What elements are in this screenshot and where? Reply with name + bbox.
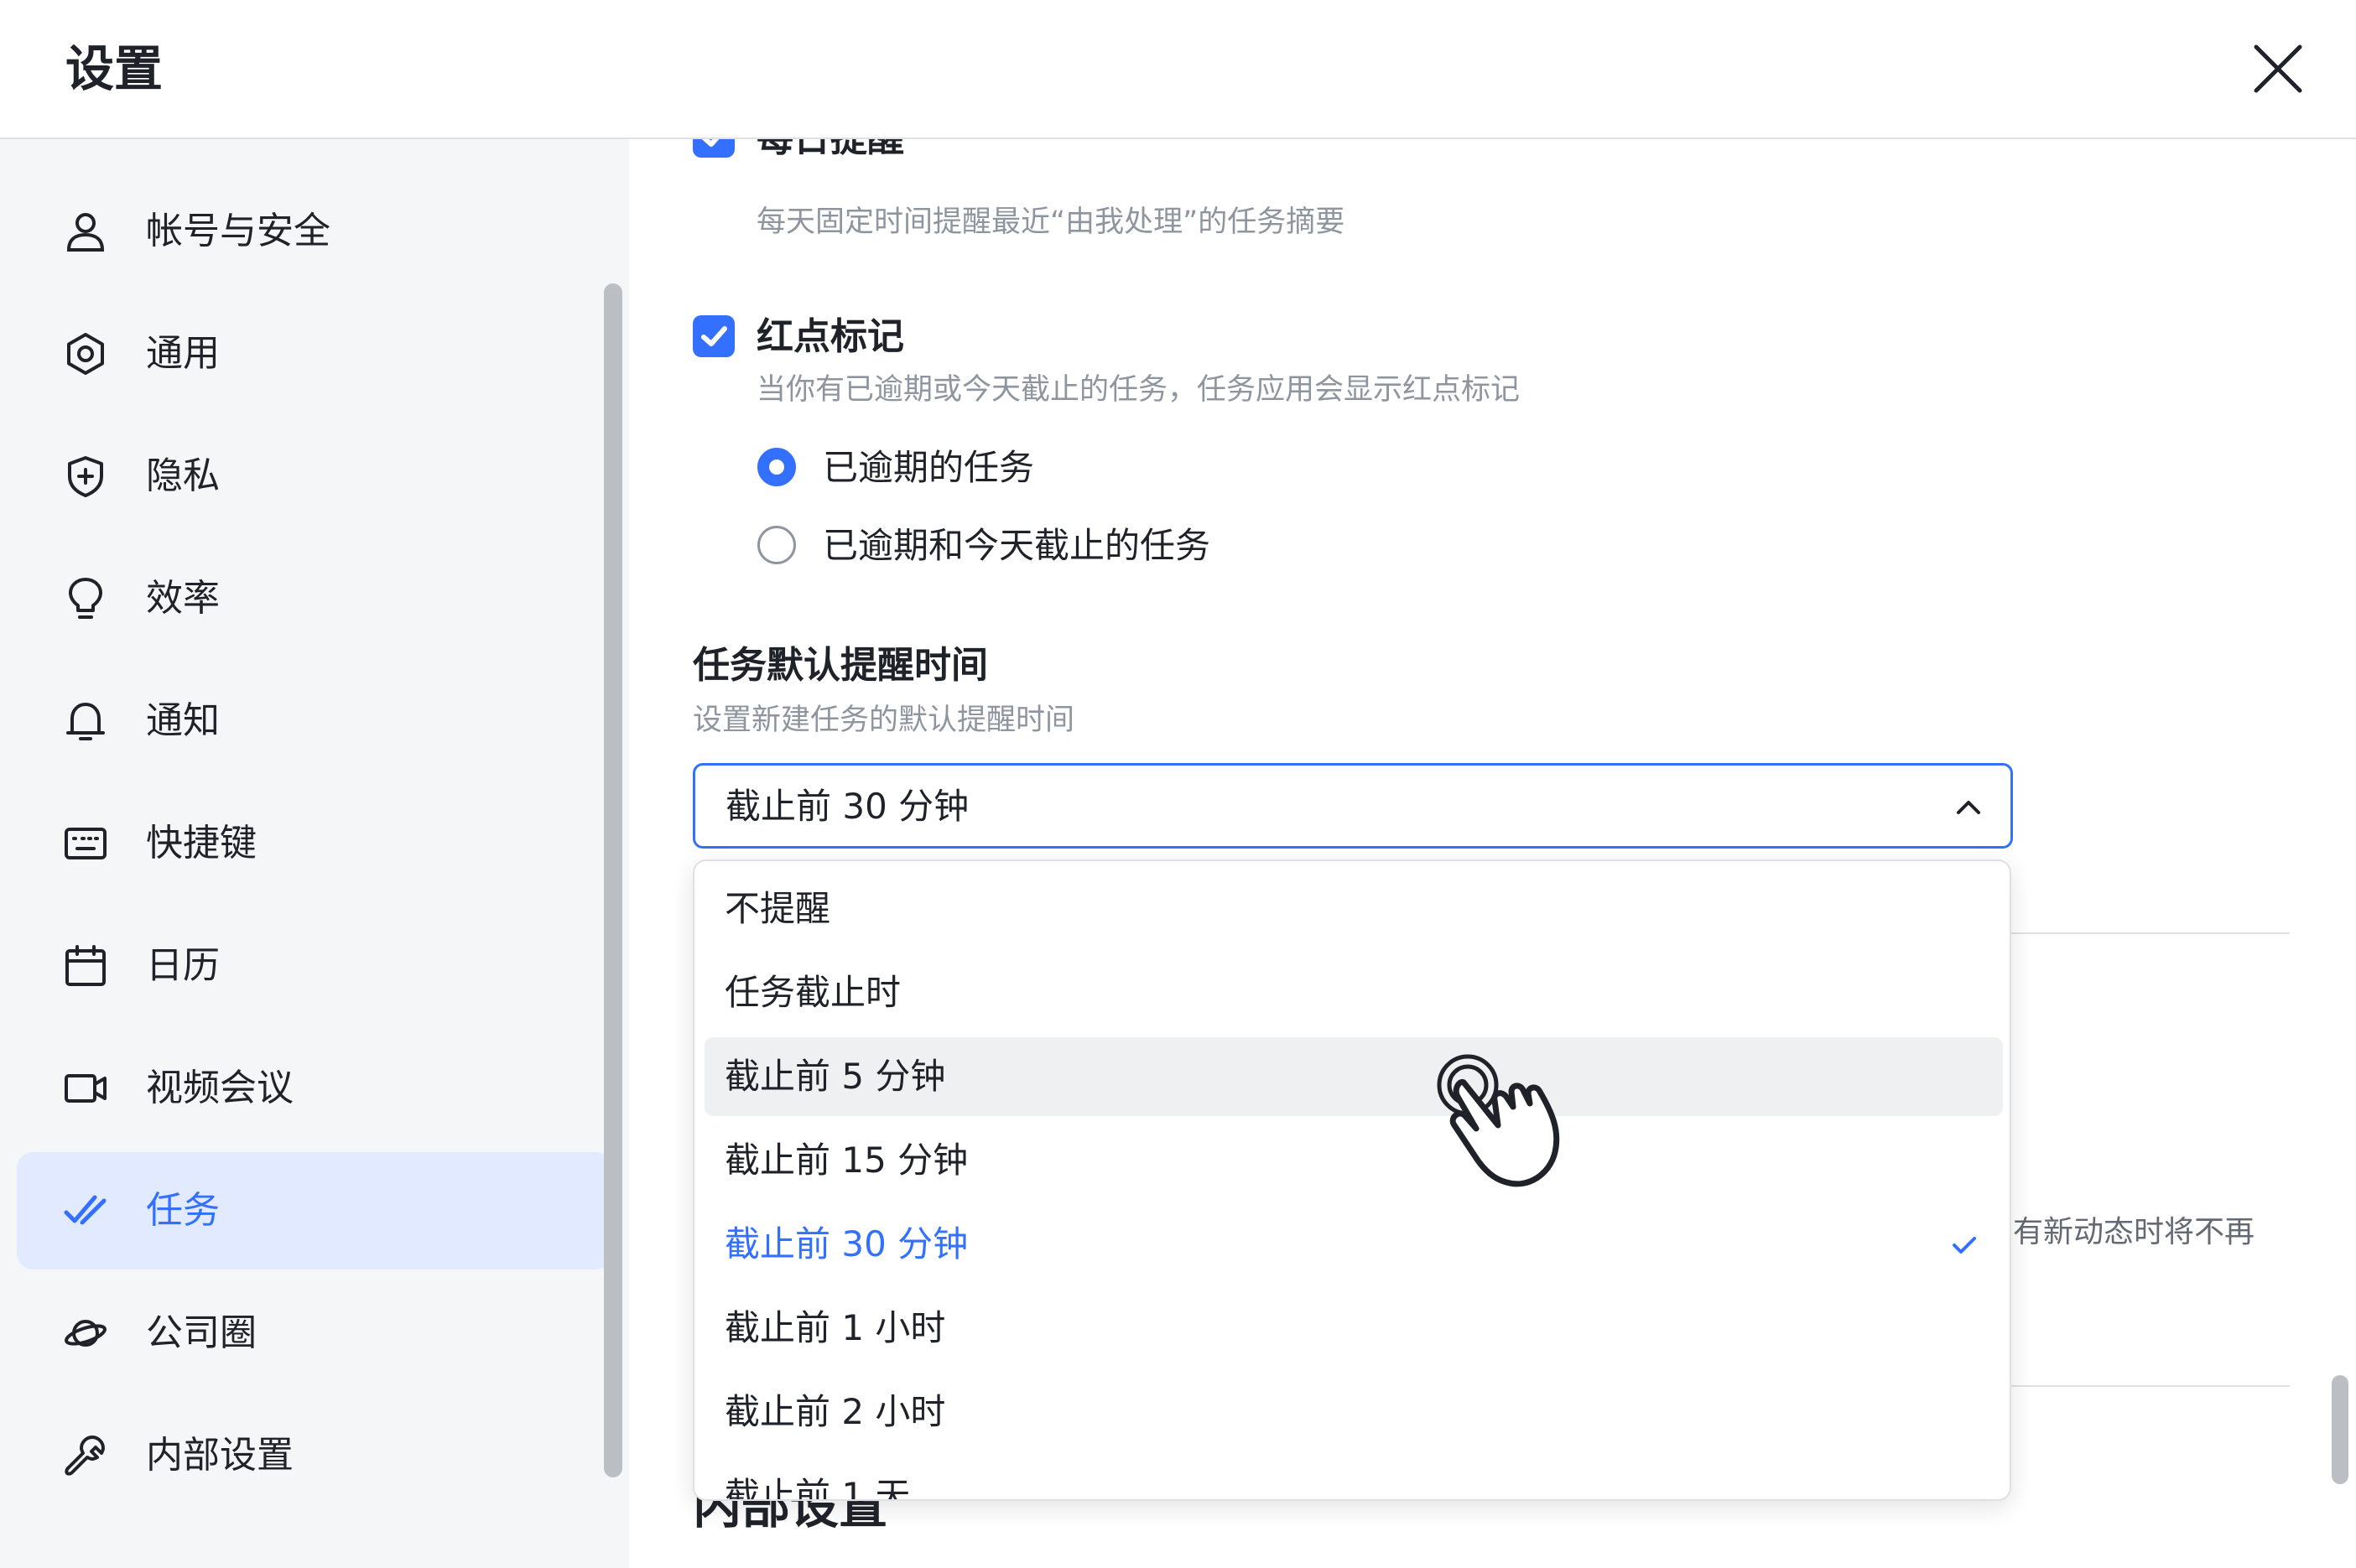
sidebar-item-label: 日历	[146, 944, 220, 987]
radio-overdue-and-today-label: 已逾期和今天截止的任务	[823, 525, 1211, 566]
sidebar-item-tasks[interactable]: 任务	[17, 1152, 612, 1269]
sidebar-item-label: 视频会议	[146, 1067, 294, 1109]
sidebar-item-label: 隐私	[146, 454, 220, 497]
sidebar-item-internal-settings[interactable]: 内部设置	[17, 1397, 612, 1514]
settings-sidebar: 帐号与安全 通用 隐私 效率 通知 快捷键 日历 视频会议 任务 公司圈 内部设…	[0, 139, 629, 1568]
sidebar-item-efficiency[interactable]: 效率	[17, 540, 612, 657]
dropdown-option[interactable]: 截止前 1 天	[705, 1456, 2003, 1501]
task-check-icon	[64, 1189, 107, 1233]
sidebar-item-calendar[interactable]: 日历	[17, 907, 612, 1025]
checkmark-icon	[701, 139, 720, 147]
red-dot-title: 红点标记	[757, 315, 904, 358]
partial-description: 有新动态时将不再	[2013, 1215, 2255, 1249]
wrench-icon	[64, 1434, 107, 1477]
check-icon	[1949, 1230, 1979, 1260]
planet-icon	[64, 1311, 107, 1355]
keyboard-icon	[64, 822, 107, 865]
dropdown-option-label: 截止前 30 分钟	[725, 1223, 969, 1264]
daily-reminder-desc: 每天固定时间提醒最近“由我处理”的任务摘要	[757, 205, 1345, 239]
sidebar-item-company-circle[interactable]: 公司圈	[17, 1275, 612, 1392]
daily-reminder-title: 每日提醒	[757, 139, 904, 164]
sidebar-item-label: 任务	[146, 1189, 220, 1232]
sidebar-item-label: 效率	[146, 577, 220, 620]
sidebar-item-video-meeting[interactable]: 视频会议	[17, 1030, 612, 1147]
chevron-up-icon	[1952, 791, 1985, 824]
sidebar-item-label: 公司圈	[146, 1311, 257, 1354]
sidebar-item-account-security[interactable]: 帐号与安全	[17, 173, 612, 290]
sidebar-item-shortcuts[interactable]: 快捷键	[17, 785, 612, 902]
page-title: 设置	[65, 40, 164, 97]
dropdown-option-hovered[interactable]: 截止前 5 分钟	[705, 1037, 2003, 1116]
checkmark-icon	[701, 326, 727, 346]
dropdown-option[interactable]: 截止前 1 小时	[705, 1289, 2003, 1368]
dropdown-option-label: 截止前 5 分钟	[725, 1056, 946, 1097]
radio-overdue-label: 已逾期的任务	[823, 447, 1035, 488]
default-reminder-title: 任务默认提醒时间	[693, 644, 988, 687]
lightbulb-icon	[64, 577, 107, 620]
dropdown-option-label: 截止前 15 分钟	[725, 1140, 969, 1181]
dropdown-option-label: 不提醒	[725, 888, 831, 929]
sidebar-item-notifications[interactable]: 通知	[17, 662, 612, 780]
red-dot-checkbox[interactable]	[693, 315, 735, 357]
sidebar-item-label: 帐号与安全	[146, 210, 330, 252]
close-button[interactable]	[2244, 35, 2312, 102]
default-reminder-desc: 设置新建任务的默认提醒时间	[693, 704, 1075, 737]
settings-header: 设置	[0, 0, 2356, 139]
settings-window: 设置 帐号与安全 通用 隐私 效率 通知 快捷键 日历 视频会议 任务 公司圈 …	[0, 0, 2356, 1568]
dropdown-option[interactable]: 截止前 15 分钟	[705, 1121, 2003, 1200]
sidebar-item-privacy[interactable]: 隐私	[17, 418, 612, 535]
radio-overdue[interactable]	[757, 448, 796, 486]
close-icon[interactable]	[2244, 35, 2312, 102]
red-dot-desc: 当你有已逾期或今天截止的任务，任务应用会显示红点标记	[757, 373, 1521, 407]
dropdown-option[interactable]: 不提醒	[705, 870, 2003, 948]
shield-icon	[64, 454, 107, 498]
daily-reminder-checkbox[interactable]	[693, 139, 735, 158]
sidebar-item-general[interactable]: 通用	[17, 295, 612, 413]
reminder-dropdown-menu: 不提醒 任务截止时 截止前 5 分钟 截止前 15 分钟 截止前 30 分钟 截…	[693, 859, 2011, 1501]
calendar-icon	[64, 944, 107, 988]
sidebar-item-label: 通知	[146, 699, 220, 742]
gear-icon	[64, 332, 107, 376]
content-scrollbar[interactable]	[2332, 1375, 2348, 1484]
dropdown-option-label: 截止前 2 小时	[725, 1391, 946, 1432]
dropdown-option[interactable]: 任务截止时	[705, 953, 2003, 1032]
video-camera-icon	[64, 1067, 107, 1110]
select-value: 截止前 30 分钟	[726, 786, 970, 827]
dropdown-option[interactable]: 截止前 2 小时	[705, 1373, 2003, 1451]
radio-overdue-and-today[interactable]	[757, 526, 796, 564]
user-icon	[64, 210, 107, 253]
sidebar-item-label: 通用	[146, 332, 220, 375]
sidebar-item-label: 快捷键	[146, 822, 257, 864]
sidebar-item-label: 内部设置	[146, 1434, 294, 1477]
dropdown-option-label: 截止前 1 小时	[725, 1307, 946, 1348]
bell-icon	[64, 699, 107, 743]
dropdown-option-label: 任务截止时	[725, 972, 902, 1013]
default-reminder-select[interactable]: 截止前 30 分钟	[693, 763, 2013, 849]
sidebar-scrollbar[interactable]	[604, 283, 622, 1477]
dropdown-option-label: 截止前 1 天	[725, 1475, 911, 1501]
dropdown-option-selected[interactable]: 截止前 30 分钟	[705, 1205, 2003, 1284]
